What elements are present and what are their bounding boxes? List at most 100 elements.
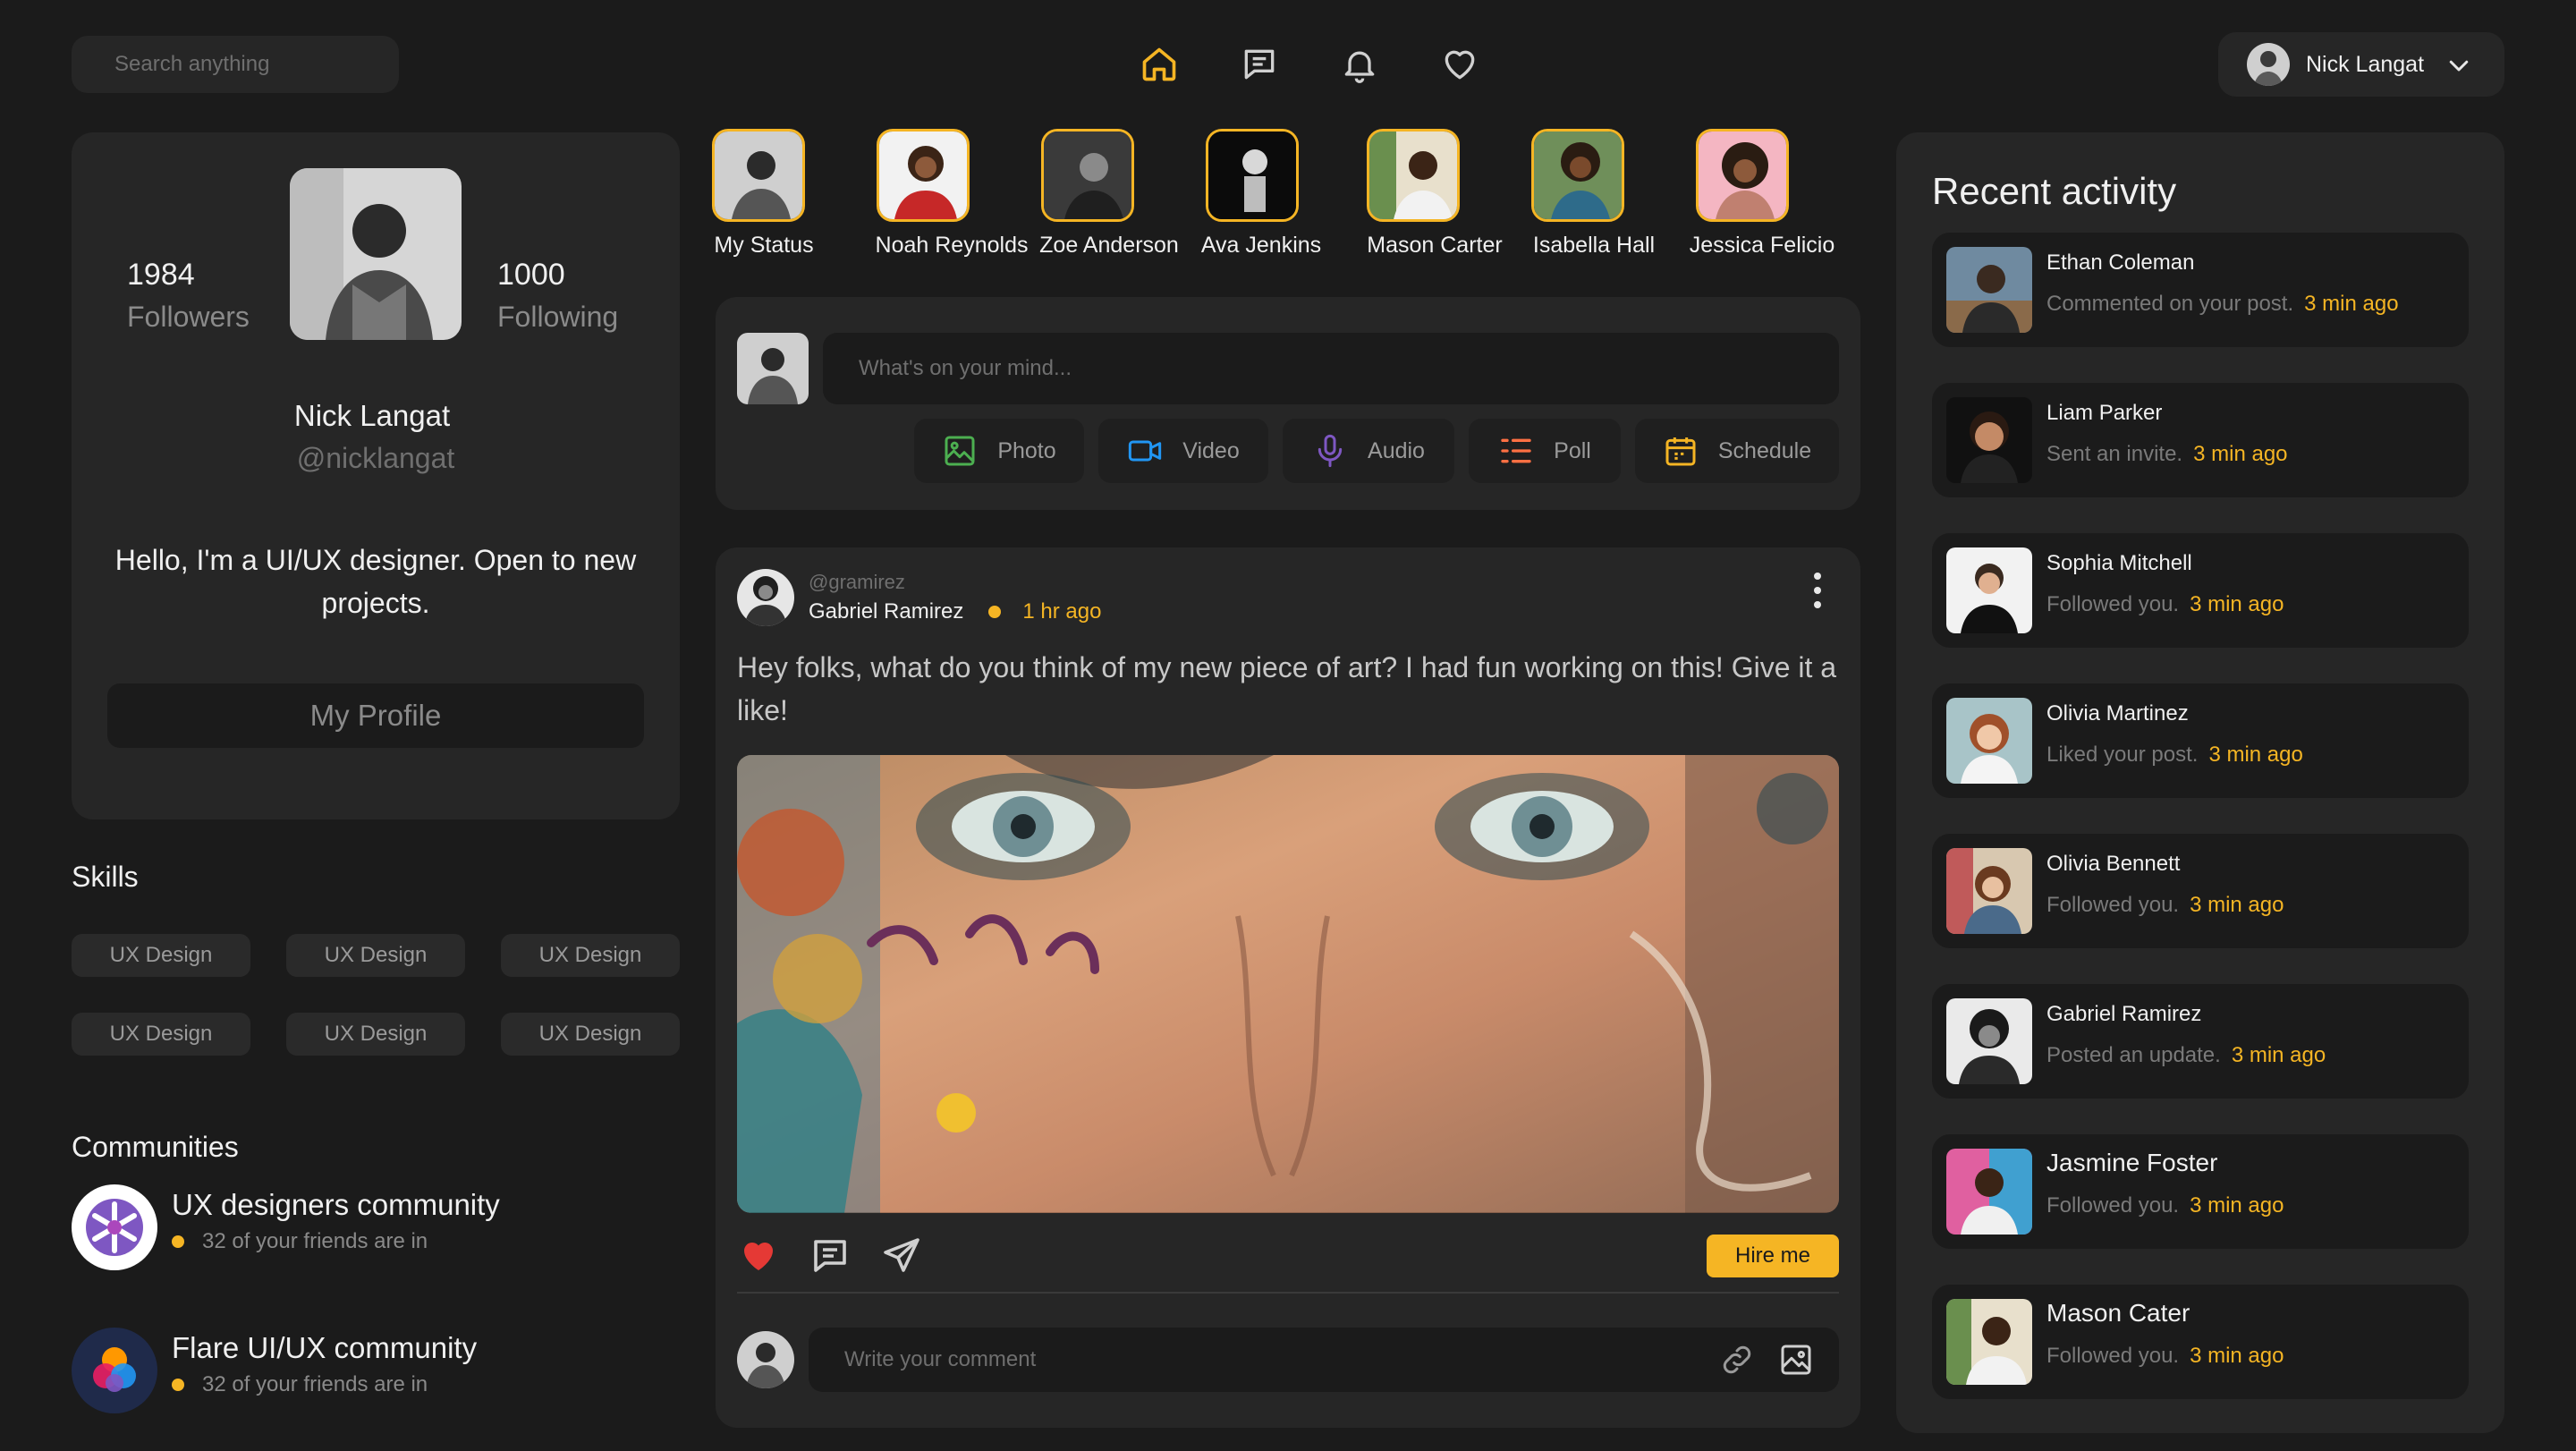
home-icon[interactable] <box>1134 39 1184 89</box>
skill-tag[interactable]: UX Design <box>501 934 680 977</box>
post-time: 1 hr ago <box>1022 599 1102 624</box>
story-avatar[interactable] <box>1367 129 1460 222</box>
post-meta: Gabriel Ramirez 1 hr ago <box>809 599 1101 624</box>
profile-name: Nick Langat <box>293 399 451 432</box>
avatar[interactable] <box>737 569 794 626</box>
share-button[interactable] <box>880 1235 923 1277</box>
activity-text: Followed you. 3 min ago <box>2046 592 2284 616</box>
photo-icon <box>942 433 997 469</box>
activity-name: Sophia Mitchell <box>2046 551 2192 575</box>
avatar <box>1946 397 2032 483</box>
activity-item[interactable]: Gabriel Ramirez Posted an update. 3 min a… <box>1932 984 2469 1099</box>
share-icon <box>880 1235 923 1277</box>
story-name: Jessica Felicio <box>1689 233 1835 258</box>
avatar <box>1946 247 2032 333</box>
story-avatar[interactable] <box>712 129 805 222</box>
post-input[interactable]: What's on your mind... <box>823 333 1839 404</box>
like-button[interactable] <box>737 1235 780 1277</box>
divider <box>737 1292 1839 1294</box>
story-name: Isabella Hall <box>1532 233 1656 258</box>
profile-bio: Hello, I'm a UI/UX designer. Open to new… <box>114 544 637 619</box>
post-author[interactable]: Gabriel Ramirez <box>809 599 963 624</box>
poll-button[interactable]: Poll <box>1469 419 1621 483</box>
photo-button[interactable]: Photo <box>914 419 1084 483</box>
activity-name: Jasmine Foster <box>2046 1149 2218 1176</box>
community-name[interactable]: Flare UI/UX community <box>172 1331 477 1365</box>
profile-photo <box>290 168 462 340</box>
status-dot <box>172 1379 184 1391</box>
search-input[interactable]: Search anything <box>72 36 399 93</box>
following-count: 1000 <box>497 258 565 292</box>
chat-icon[interactable] <box>1234 39 1284 89</box>
activity-item[interactable]: Olivia Bennett Followed you. 3 min ago <box>1932 834 2469 948</box>
activity-name: Liam Parker <box>2046 401 2163 425</box>
chevron-down-icon[interactable] <box>2445 52 2472 79</box>
kebab-icon[interactable] <box>1803 569 1832 612</box>
link-icon[interactable] <box>1719 1342 1755 1378</box>
story-avatar[interactable] <box>1041 129 1134 222</box>
my-profile-button[interactable]: My Profile <box>107 683 644 748</box>
activity-item[interactable]: Liam Parker Sent an invite. 3 min ago <box>1932 383 2469 497</box>
activity-item[interactable]: Jasmine Foster Followed you. 3 min ago <box>1932 1134 2469 1249</box>
activity-name: Mason Cater <box>2046 1299 2190 1327</box>
skill-tag[interactable]: UX Design <box>501 1013 680 1056</box>
skill-tag[interactable]: UX Design <box>72 1013 250 1056</box>
community-meta: 32 of your friends are in <box>172 1229 428 1254</box>
story-name: Noah Reynolds <box>875 233 1029 258</box>
story-name: Mason Carter <box>1367 233 1503 258</box>
avatar <box>737 333 809 404</box>
avatar <box>1946 1149 2032 1235</box>
activity-item[interactable]: Olivia Martinez Liked your post. 3 min ag… <box>1932 683 2469 798</box>
activity-name: Ethan Coleman <box>2046 250 2195 275</box>
post-handle[interactable]: @gramirez <box>809 571 905 594</box>
post-text: Hey folks, what do you think of my new p… <box>737 651 1837 726</box>
comment-input[interactable]: Write your comment <box>809 1328 1839 1392</box>
chat-icon <box>809 1235 852 1277</box>
activity-text: Posted an update. 3 min ago <box>2046 1043 2326 1067</box>
story-avatar[interactable] <box>1206 129 1299 222</box>
post-image[interactable] <box>737 755 1839 1213</box>
profile-handle: @nicklangat <box>296 442 455 474</box>
followers-count: 1984 <box>127 258 195 292</box>
skill-tag[interactable]: UX Design <box>286 934 465 977</box>
avatar <box>1946 848 2032 934</box>
skill-tag[interactable]: UX Design <box>72 934 250 977</box>
bell-icon[interactable] <box>1335 39 1385 89</box>
activity-name: Olivia Martinez <box>2046 701 2189 726</box>
audio-button[interactable]: Audio <box>1283 419 1454 483</box>
skill-tag[interactable]: UX Design <box>286 1013 465 1056</box>
status-dot <box>172 1235 184 1248</box>
story-avatar[interactable] <box>1531 129 1624 222</box>
story-avatar[interactable] <box>1696 129 1789 222</box>
avatar <box>1946 698 2032 784</box>
community-logo[interactable] <box>72 1184 157 1270</box>
activity-item[interactable]: Sophia Mitchell Followed you. 3 min ago <box>1932 533 2469 648</box>
skills-title: Skills <box>72 861 139 893</box>
communities-title: Communities <box>72 1131 239 1163</box>
activity-item[interactable]: Mason Cater Followed you. 3 min ago <box>1932 1285 2469 1399</box>
heart-icon[interactable] <box>1435 39 1485 89</box>
following-label: Following <box>497 301 619 333</box>
community-name[interactable]: UX designers community <box>172 1188 500 1222</box>
hire-me-button[interactable]: Hire me <box>1707 1235 1839 1277</box>
user-menu[interactable]: Nick Langat <box>2218 32 2504 97</box>
video-button[interactable]: Video <box>1098 419 1268 483</box>
story-name: My Status <box>714 233 814 258</box>
activity-text: Followed you. 3 min ago <box>2046 893 2284 917</box>
activity-text: Followed you. 3 min ago <box>2046 1344 2284 1368</box>
poll-icon <box>1498 433 1554 469</box>
avatar <box>737 1331 794 1388</box>
activity-text: Followed you. 3 min ago <box>2046 1193 2284 1218</box>
avatar <box>1946 1299 2032 1385</box>
story-avatar[interactable] <box>877 129 970 222</box>
avatar <box>2247 43 2290 86</box>
followers-label: Followers <box>127 301 250 333</box>
schedule-button[interactable]: Schedule <box>1635 419 1839 483</box>
activity-text: Commented on your post. 3 min ago <box>2046 292 2399 316</box>
comment-button[interactable] <box>809 1235 852 1277</box>
story-name: Ava Jenkins <box>1200 233 1322 258</box>
community-meta: 32 of your friends are in <box>172 1372 428 1397</box>
activity-item[interactable]: Ethan Coleman Commented on your post. 3 m… <box>1932 233 2469 347</box>
community-logo[interactable] <box>72 1328 157 1413</box>
image-icon[interactable] <box>1778 1342 1814 1378</box>
